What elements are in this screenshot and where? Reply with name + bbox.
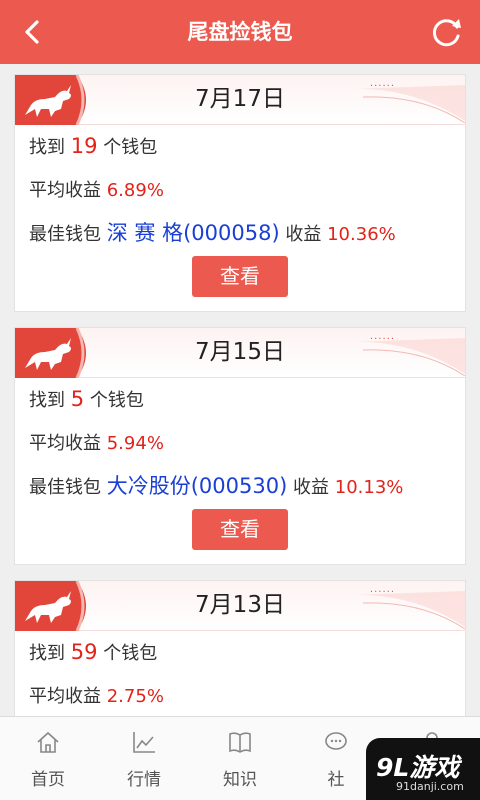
found-row: 找到 59 个钱包 (29, 640, 158, 664)
found-count: 19 (70, 134, 98, 158)
tab-label: 知识 (223, 770, 257, 790)
tab-home[interactable]: 首页 (0, 717, 96, 800)
decoration-dots: ...... (369, 78, 395, 89)
avg-return-row: 平均收益 5.94% (29, 433, 164, 454)
wallet-card: 7月15日 ...... 找到 5 个钱包 平均收益 5.94% 最佳钱包 大冷… (14, 327, 466, 565)
tab-market[interactable]: 行情 (96, 717, 192, 800)
view-button[interactable]: 查看 (192, 256, 288, 297)
decoration-dots: ...... (369, 331, 395, 342)
best-stock-link[interactable]: 大冷股份(000530) (107, 474, 288, 498)
wallet-list: 7月17日 ...... 找到 19 个钱包 平均收益 6.89% 最佳钱包 深… (0, 64, 480, 716)
found-row: 找到 19 个钱包 (29, 134, 158, 158)
best-wallet-row: 最佳钱包 大冷股份(000530) 收益 10.13% (29, 474, 404, 498)
chat-icon (325, 732, 347, 750)
best-return-value: 10.36% (327, 224, 396, 245)
avg-return-value: 2.75% (106, 686, 164, 707)
card-header: 7月15日 ...... (15, 328, 465, 378)
tab-knowledge[interactable]: 知识 (192, 717, 288, 800)
decoration-dots: ...... (369, 584, 395, 595)
found-count: 59 (70, 640, 98, 664)
wallet-card: 7月13日 ...... 找到 59 个钱包 平均收益 2.75% (14, 580, 466, 716)
best-return-value: 10.13% (334, 477, 404, 498)
refresh-button[interactable] (428, 13, 466, 51)
view-button[interactable]: 查看 (192, 509, 288, 550)
book-icon (229, 732, 251, 753)
best-wallet-row: 最佳钱包 深 赛 格(000058) 收益 10.36% (29, 221, 396, 245)
found-row: 找到 5 个钱包 (29, 387, 144, 411)
page-title: 尾盘捡钱包 (187, 20, 293, 44)
tab-label: 行情 (127, 770, 161, 790)
card-header: 7月17日 ...... (15, 75, 465, 125)
home-icon (37, 731, 59, 753)
found-count: 5 (70, 387, 85, 411)
watermark: 9L游戏 91danji.com (366, 738, 480, 800)
refresh-icon (432, 19, 461, 47)
watermark-text: 9L游戏 (376, 753, 460, 782)
wallet-card: 7月17日 ...... 找到 19 个钱包 平均收益 6.89% 最佳钱包 深… (14, 74, 466, 312)
avg-return-row: 平均收益 2.75% (29, 686, 164, 707)
avg-return-value: 6.89% (106, 180, 164, 201)
best-stock-link[interactable]: 深 赛 格(000058) (107, 221, 280, 245)
app-header: 尾盘捡钱包 (0, 0, 480, 64)
avg-return-value: 5.94% (106, 433, 164, 454)
card-header: 7月13日 ...... (15, 581, 465, 631)
chart-icon (133, 732, 155, 753)
tab-label: 首页 (31, 770, 65, 790)
avg-return-row: 平均收益 6.89% (29, 180, 164, 201)
watermark-url: 91danji.com (396, 780, 464, 793)
